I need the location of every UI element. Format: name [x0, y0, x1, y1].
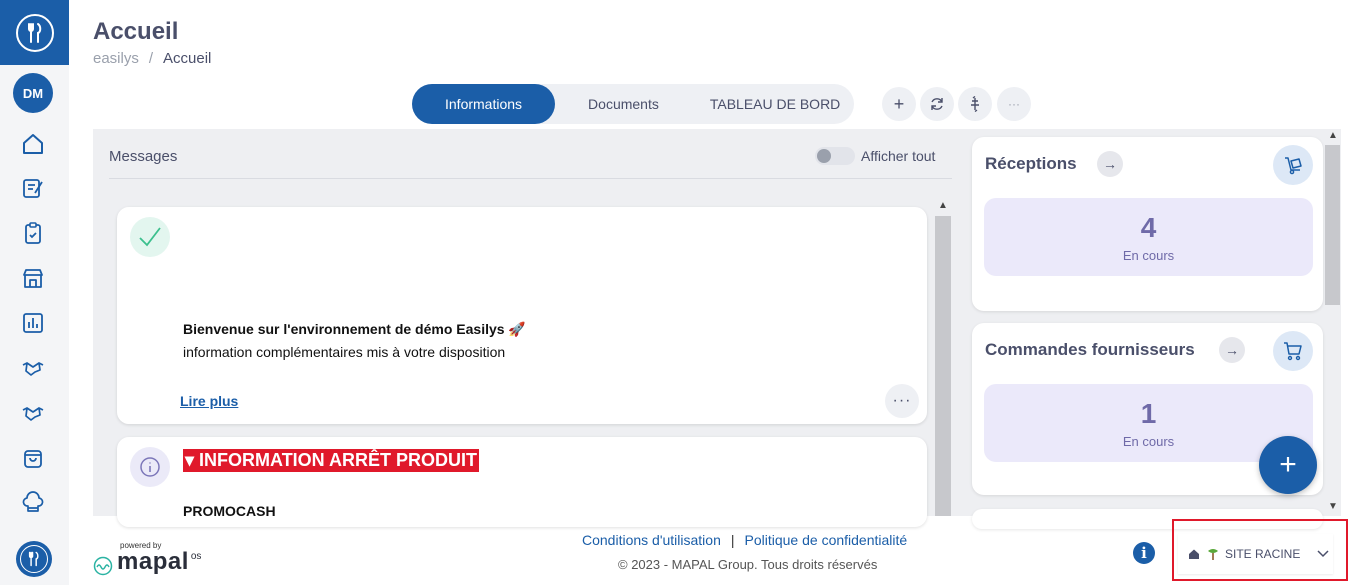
breadcrumb-item-home[interactable]: easilys [93, 50, 139, 67]
scroll-up-icon[interactable]: ▲ [938, 200, 948, 211]
page-title: Accueil [93, 18, 179, 45]
tab-documents[interactable]: Documents [555, 84, 692, 124]
tree-icon [1206, 547, 1220, 561]
building-report-icon[interactable] [19, 309, 47, 337]
show-all-toggle[interactable] [815, 147, 855, 165]
site-selector[interactable]: SITE RACINE [1178, 534, 1333, 574]
toggle-knob [817, 149, 831, 163]
edit-document-icon[interactable] [19, 174, 47, 202]
cart-icon[interactable] [1273, 331, 1313, 371]
widget-title: Réceptions [985, 154, 1077, 173]
fork-knife-icon [20, 545, 48, 573]
home-icon[interactable] [19, 130, 47, 158]
footer-links: Conditions d'utilisation | Politique de co… [582, 532, 908, 548]
site-name: SITE RACINE [1225, 547, 1301, 561]
store-icon[interactable] [19, 264, 47, 292]
more-tabs-button[interactable]: ··· [997, 87, 1031, 121]
message-card: ▾ INFORMATION ARRÊT PRODUIT PROMOCASH [117, 437, 927, 527]
alert-banner: ▾ INFORMATION ARRÊT PRODUIT [183, 449, 480, 472]
messages-scrollbar[interactable]: ▲ [935, 200, 951, 516]
scrollbar-thumb[interactable] [1325, 145, 1340, 305]
info-button[interactable]: i [1133, 542, 1155, 564]
widgets-scrollbar[interactable]: ▲ ▼ [1324, 129, 1341, 516]
breadcrumb: easilys / Accueil [93, 50, 212, 67]
terms-link[interactable]: Conditions d'utilisation [582, 532, 721, 548]
count-value: 1 [1140, 398, 1157, 429]
scroll-up-icon[interactable]: ▲ [1328, 130, 1338, 141]
arrow-right-icon[interactable]: → [1097, 151, 1123, 177]
info-icon [130, 447, 170, 487]
divider [109, 178, 952, 179]
breadcrumb-item-current: Accueil [163, 50, 212, 67]
site-selector-highlight: SITE RACINE [1172, 519, 1348, 581]
refresh-icon[interactable] [920, 87, 954, 121]
reorder-icon[interactable] [958, 87, 992, 121]
privacy-link[interactable]: Politique de confidentialité [745, 532, 908, 548]
tab-dashboard[interactable]: TABLEAU DE BORD [692, 84, 854, 124]
scroll-down-icon[interactable]: ▼ [1328, 501, 1338, 512]
mapal-wave-icon [93, 556, 113, 576]
message-options-button[interactable]: ··· [885, 384, 919, 418]
mapal-logo: mapal os [93, 548, 201, 576]
scrollbar-thumb[interactable] [935, 216, 951, 516]
count-box[interactable]: 4 En cours [984, 198, 1313, 276]
check-icon [130, 217, 170, 257]
clipboard-check-icon[interactable] [19, 219, 47, 247]
handshake-icon[interactable] [19, 354, 47, 382]
messages-title: Messages [109, 148, 178, 165]
add-button[interactable]: + [1259, 436, 1317, 494]
app-logo[interactable] [0, 0, 69, 65]
widget-title: Commandes fournisseurs [985, 340, 1195, 359]
message-text: information complémentaires mis à votre … [183, 344, 506, 360]
avatar[interactable]: DM [13, 73, 53, 113]
copyright: © 2023 - MAPAL Group. Tous droits réserv… [618, 557, 878, 572]
tab-informations[interactable]: Informations [412, 84, 556, 124]
count-value: 4 [1140, 212, 1157, 243]
show-all-label: Afficher tout [861, 148, 936, 164]
read-more-link[interactable]: Lire plus [180, 393, 238, 409]
bottom-logo[interactable] [16, 541, 52, 577]
message-heading: PROMOCASH [183, 503, 276, 519]
chevron-down-icon [1316, 549, 1330, 559]
home-icon [1188, 548, 1200, 560]
receptions-widget: Réceptions → 4 En cours [972, 137, 1323, 311]
delivery-trolley-icon[interactable] [1273, 145, 1313, 185]
count-label: En cours [1122, 434, 1175, 449]
count-label: En cours [1122, 248, 1175, 263]
message-heading: Bienvenue sur l'environnement de démo Ea… [183, 321, 526, 337]
mapal-os: os [190, 551, 202, 562]
handshake-alt-icon[interactable] [19, 399, 47, 427]
chef-hat-icon[interactable] [19, 489, 47, 517]
mapal-brand: mapal [117, 548, 189, 575]
sidebar: DM [0, 0, 69, 585]
fork-knife-icon [15, 13, 54, 52]
message-card: Bienvenue sur l'environnement de démo Ea… [117, 207, 927, 424]
add-tab-button[interactable]: + [882, 87, 916, 121]
shopping-bag-icon[interactable] [19, 444, 47, 472]
tab-bar: Informations Documents TABLEAU DE BORD [412, 84, 855, 124]
arrow-right-icon[interactable]: → [1219, 337, 1245, 363]
